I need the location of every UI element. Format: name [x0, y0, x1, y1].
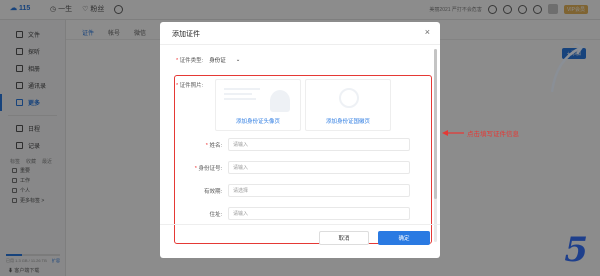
cancel-button[interactable]: 取消 — [319, 231, 369, 245]
front-caption: 添加身份证头像页 — [235, 119, 280, 125]
field-label: 住址: — [209, 211, 222, 218]
dialog-header-divider — [160, 44, 440, 45]
certificate-type-row: * 证件类型: 身份证 ⌄ — [176, 56, 240, 64]
add-certificate-dialog: 添加证件 × * 证件类型: 身份证 ⌄ * 证件照片: 添加身份证头像页 添加… — [160, 22, 440, 258]
field-label: * 姓名: — [176, 141, 228, 149]
certificate-type-select[interactable]: 身份证 ⌄ — [209, 56, 240, 64]
card-placeholder-lines — [224, 88, 260, 103]
dialog-footer-divider — [160, 224, 440, 225]
step-number: 5 — [564, 230, 588, 270]
emblem-icon — [339, 88, 359, 108]
address-field-row: 住址: 请输入 — [176, 207, 410, 220]
validity-date-picker[interactable]: 请选择 — [228, 184, 410, 197]
field-label-text: 姓名: — [209, 142, 222, 149]
photo-label-text: 证件照片: — [179, 83, 204, 89]
field-label: 有效期: — [203, 188, 222, 195]
curved-arrow-icon — [550, 42, 584, 93]
confirm-button[interactable]: 确定 — [378, 231, 430, 245]
address-input[interactable]: 请输入 — [228, 207, 410, 220]
close-icon[interactable]: × — [425, 27, 430, 37]
id-back-upload[interactable]: 添加身份证国徽页 — [305, 79, 391, 131]
type-select-value: 身份证 — [209, 58, 226, 64]
back-caption: 添加身份证国徽页 — [325, 119, 370, 125]
scrollbar-thumb[interactable] — [434, 49, 437, 199]
chevron-down-icon: ⌄ — [235, 57, 241, 63]
id-number-field-row: * 身份证号: 请输入 — [176, 161, 410, 174]
id-number-input[interactable]: 请输入 — [228, 161, 410, 174]
type-label: * 证件类型: — [176, 56, 203, 64]
annotation-text: 点击填写证件信息 — [467, 131, 519, 138]
validity-field-row: 有效期: 请选择 — [176, 184, 410, 197]
annotation-callout: 点击填写证件信息 — [442, 128, 519, 138]
type-label-text: 证件类型: — [179, 58, 204, 64]
portrait-icon — [270, 90, 290, 112]
id-front-upload[interactable]: 添加身份证头像页 — [215, 79, 301, 131]
field-label-text: 身份证号: — [198, 165, 222, 172]
photo-label: * 证件照片: — [176, 81, 203, 89]
arrow-left-icon — [442, 130, 464, 136]
dialog-title: 添加证件 — [172, 31, 200, 38]
name-input[interactable]: 请输入 — [228, 138, 410, 151]
dialog-scrollbar[interactable] — [434, 49, 437, 242]
name-field-row: * 姓名: 请输入 — [176, 138, 410, 151]
field-label: * 身份证号: — [176, 164, 228, 172]
